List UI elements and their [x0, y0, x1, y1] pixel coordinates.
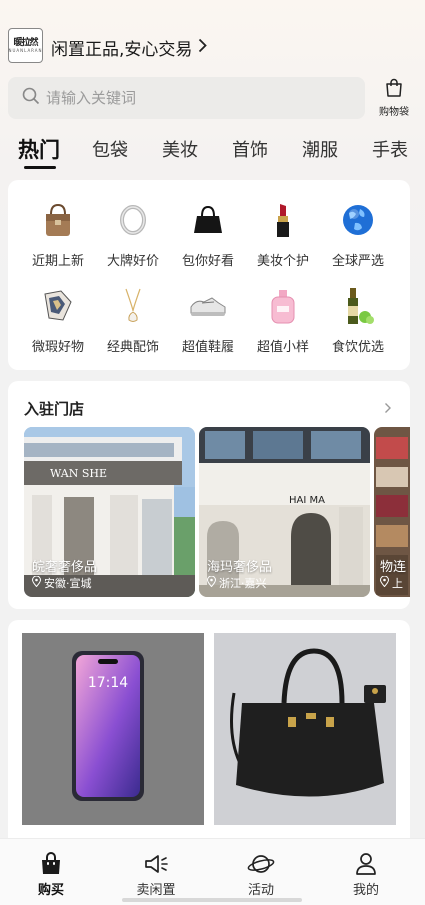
category-label: 超值鞋履	[181, 340, 234, 355]
location-pin-icon	[379, 575, 390, 590]
tab-beauty[interactable]: 美妆	[162, 136, 198, 162]
store-location: 安徽·宣城	[31, 575, 92, 591]
store-location-text: 浙江·嘉兴	[219, 577, 267, 590]
cart-label: 购物袋	[379, 107, 409, 118]
category-label: 美妆个护	[256, 254, 309, 269]
profile-icon	[326, 851, 406, 877]
megaphone-icon	[116, 851, 196, 877]
tab-watches[interactable]: 手表	[372, 136, 408, 162]
category-food-drink[interactable]: 食饮优选	[318, 286, 398, 355]
product-feed: 17:14	[8, 620, 410, 850]
shopping-bag-icon	[11, 851, 91, 877]
category-label: 食饮优选	[331, 340, 384, 355]
slogan-link[interactable]: 闲置正品,安心交易	[51, 35, 208, 60]
scarf-icon	[38, 286, 78, 326]
store-location: 上	[379, 575, 403, 591]
store-card-wanshe[interactable]: WAN SHE 皖奢奢侈品 安徽·宣城	[24, 427, 195, 597]
category-label: 包你好看	[181, 254, 234, 269]
shopping-bag-button[interactable]: 购物袋	[372, 78, 416, 120]
tab-jewelry[interactable]: 首饰	[232, 136, 268, 162]
store-name: 海玛奢侈品	[207, 560, 273, 575]
store-name: 物连	[380, 560, 407, 575]
globe-icon	[338, 200, 378, 240]
product-card-phone[interactable]: 17:14	[22, 633, 204, 825]
store-card-haima[interactable]: HAI MA 海玛奢侈品 浙江·嘉兴	[199, 427, 370, 597]
category-accessories[interactable]: 经典配饰	[93, 286, 173, 355]
search-bar[interactable]	[8, 77, 365, 119]
category-label: 大牌好价	[106, 254, 159, 269]
category-grid: 近期上新 大牌好价 包你好看 美妆个护 全球严选 微瑕好物 经典配饰 超值鞋履 …	[8, 180, 410, 370]
logo-subtext: NUANLARAN	[8, 47, 43, 53]
category-label: 近期上新	[31, 254, 84, 269]
category-label: 全球严选	[331, 254, 384, 269]
product-card-handbag[interactable]	[214, 633, 396, 825]
bag-icon	[384, 78, 404, 101]
store-location-text: 安徽·宣城	[44, 577, 92, 590]
brand-logo[interactable]: 暖拉然 NUANLARAN	[8, 28, 43, 63]
lipstick-icon	[263, 200, 303, 240]
tab-bags[interactable]: 包袋	[92, 136, 128, 162]
home-indicator	[122, 898, 302, 902]
store-sign: HAI MA	[289, 495, 325, 506]
category-shoes[interactable]: 超值鞋履	[168, 286, 248, 355]
store-card-third[interactable]: 物连 上	[374, 427, 410, 597]
logo-text: 暖拉然	[13, 37, 38, 48]
nav-buy[interactable]: 购买	[11, 851, 91, 898]
category-flawed[interactable]: 微瑕好物	[18, 286, 98, 355]
category-beauty[interactable]: 美妆个护	[243, 200, 323, 269]
store-sign: WAN SHE	[50, 467, 107, 480]
product-photo: 17:14	[22, 633, 204, 825]
bracelet-icon	[113, 200, 153, 240]
nav-label: 活动	[247, 883, 274, 898]
nav-sell[interactable]: 卖闲置	[116, 851, 196, 898]
search-input[interactable]	[46, 89, 326, 107]
store-location: 浙江·嘉兴	[206, 575, 267, 591]
category-label: 超值小样	[256, 340, 309, 355]
bottom-nav: 购买 卖闲置 活动 我的	[0, 838, 425, 905]
nav-label: 卖闲置	[136, 883, 176, 898]
category-bags[interactable]: 包你好看	[168, 200, 248, 269]
handbag-brown-icon	[38, 200, 78, 240]
nav-label: 购买	[37, 883, 64, 898]
stores-section: 入驻门店 WAN SHE 皖奢奢侈品 安徽·宣城 HAI MA 海玛奢侈品 浙江…	[8, 381, 410, 609]
search-icon	[22, 87, 40, 109]
category-label: 微瑕好物	[31, 340, 84, 355]
category-label: 经典配饰	[106, 340, 159, 355]
section-title: 入驻门店	[24, 400, 85, 418]
sneaker-icon	[188, 286, 228, 326]
nav-label: 我的	[352, 883, 379, 898]
category-new-arrivals[interactable]: 近期上新	[18, 200, 98, 269]
planet-icon	[221, 851, 301, 877]
wine-bottle-icon	[338, 286, 378, 326]
store-name: 皖奢奢侈品	[32, 560, 98, 575]
chevron-right-icon	[198, 38, 208, 58]
tab-fashion[interactable]: 潮服	[302, 136, 338, 162]
header: 暖拉然 NUANLARAN 闲置正品,安心交易	[0, 0, 425, 75]
tab-hot[interactable]: 热门	[18, 134, 60, 164]
category-samples[interactable]: 超值小样	[243, 286, 323, 355]
location-pin-icon	[31, 575, 42, 590]
category-brand-deals[interactable]: 大牌好价	[93, 200, 173, 269]
necklace-icon	[113, 286, 153, 326]
nav-profile[interactable]: 我的	[326, 851, 406, 898]
nav-activity[interactable]: 活动	[221, 851, 301, 898]
location-pin-icon	[206, 575, 217, 590]
product-photo	[214, 633, 396, 825]
perfume-icon	[263, 286, 303, 326]
store-location-text: 上	[392, 577, 403, 590]
phone-clock: 17:14	[88, 675, 128, 691]
active-tab-indicator	[24, 166, 56, 169]
black-bag-icon	[188, 200, 228, 240]
chevron-right-icon[interactable]	[384, 399, 392, 418]
category-global[interactable]: 全球严选	[318, 200, 398, 269]
slogan-text: 闲置正品,安心交易	[51, 40, 193, 60]
category-tabs: 热门 包袋 美妆 首饰 潮服 手表	[0, 130, 425, 174]
